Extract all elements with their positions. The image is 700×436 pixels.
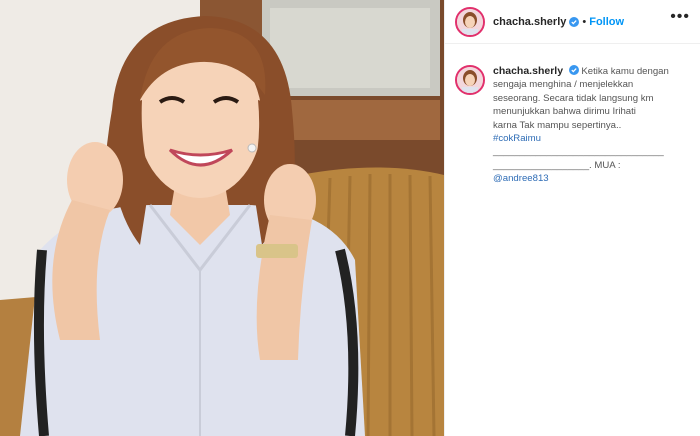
author-username[interactable]: chacha.sherly	[493, 16, 566, 28]
caption-rule-1: ________________________________	[493, 146, 664, 158]
caption-line-2: sengaja menghina / menjelekkan	[493, 79, 634, 91]
caption-body: chacha.sherly Ketika kamu dengan sengaja…	[493, 65, 690, 186]
caption-avatar[interactable]	[455, 65, 485, 95]
post-photo[interactable]	[0, 0, 444, 436]
follow-button[interactable]: Follow	[589, 16, 624, 28]
photo-illustration	[0, 0, 444, 436]
post-side-panel: chacha.sherly • Follow ••• chacha.sherly…	[444, 0, 700, 436]
caption-avatar-image	[457, 67, 483, 93]
author-avatar[interactable]	[455, 6, 485, 37]
separator-dot: •	[582, 15, 587, 28]
caption-rule-2: __________________. MUA :	[493, 159, 621, 171]
caption-line-1: Ketika kamu dengan	[581, 66, 669, 77]
verified-badge-icon	[569, 16, 580, 27]
more-options-icon[interactable]: •••	[670, 9, 690, 25]
caption-verified-badge-icon	[568, 65, 579, 75]
post-header: chacha.sherly • Follow •••	[445, 0, 700, 44]
caption-line-3: seseorang. Secara tidak langsung km	[493, 92, 654, 104]
caption-comment: chacha.sherly Ketika kamu dengan sengaja…	[445, 44, 700, 186]
caption-line-5: karna Tak mampu sepertinya..	[493, 119, 622, 131]
caption-hashtag[interactable]: #cokRaimu	[493, 132, 690, 145]
instagram-post: chacha.sherly • Follow ••• chacha.sherly…	[0, 0, 700, 436]
caption-mention[interactable]: @andree813	[493, 172, 690, 185]
avatar-image	[457, 8, 483, 35]
caption-username[interactable]: chacha.sherly	[493, 65, 563, 77]
caption-line-4: menunjukkan bahwa dirimu Irihati	[493, 106, 636, 118]
